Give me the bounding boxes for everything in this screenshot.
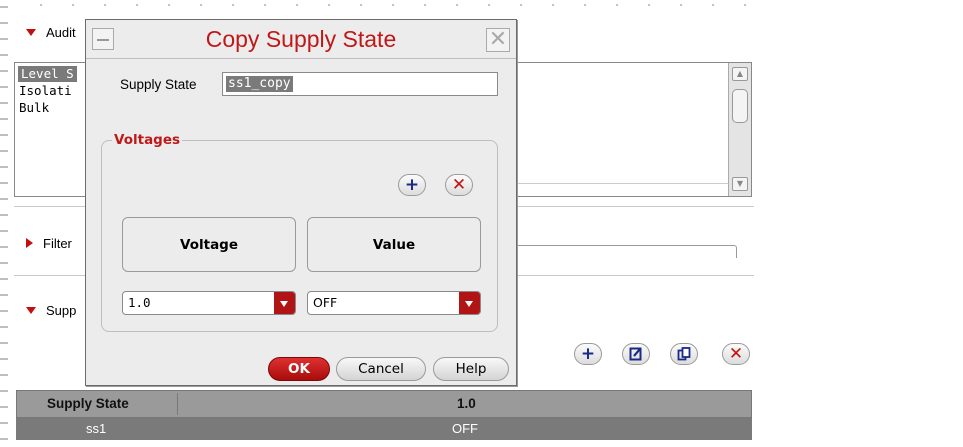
table-cell-supply-state: ss1 xyxy=(86,421,107,436)
value-selected-value: OFF xyxy=(313,295,338,310)
help-button[interactable]: Help xyxy=(433,357,509,381)
add-icon: + xyxy=(404,175,420,195)
add-supply-state-button[interactable]: + xyxy=(574,343,602,365)
left-edge-decoration xyxy=(0,0,8,447)
value-dropdown[interactable]: OFF xyxy=(307,291,481,315)
voltage-selected-value: 1.0 xyxy=(128,295,151,310)
copy-supply-state-dialog: Copy Supply State ✕ Supply State ss1_cop… xyxy=(85,19,517,386)
delete-supply-state-button[interactable]: ✕ xyxy=(722,343,750,365)
column-header-supply-state[interactable]: Supply State xyxy=(47,391,129,417)
supply-state-input[interactable]: ss1_copy xyxy=(222,72,498,96)
voltages-group-title: Voltages xyxy=(112,132,183,148)
add-voltage-button[interactable]: + xyxy=(398,174,426,196)
edit-supply-state-button[interactable] xyxy=(622,343,650,365)
expand-down-icon xyxy=(26,28,36,36)
dropdown-arrow-icon[interactable] xyxy=(274,292,295,314)
column-separator xyxy=(177,393,178,415)
dialog-titlebar[interactable]: Copy Supply State ✕ xyxy=(86,20,516,59)
dialog-title: Copy Supply State xyxy=(205,26,397,52)
list-item[interactable]: Level S xyxy=(18,66,77,82)
copy-supply-state-button[interactable] xyxy=(670,343,698,365)
cancel-button[interactable]: Cancel xyxy=(336,357,426,381)
voltage-dropdown[interactable]: 1.0 xyxy=(122,291,296,315)
expand-right-icon xyxy=(26,238,33,248)
scroll-up-icon[interactable]: ▲ xyxy=(732,67,748,81)
section-supply-label: Supp xyxy=(46,302,77,318)
section-filter-label: Filter xyxy=(43,235,72,251)
supply-state-table-header: Supply State 1.0 xyxy=(16,390,752,418)
table-row[interactable]: ss1 OFF xyxy=(16,418,752,440)
scroll-down-icon[interactable]: ▼ xyxy=(732,177,748,191)
delete-icon: ✕ xyxy=(451,175,467,195)
copy-icon xyxy=(677,347,691,361)
list-item[interactable]: Bulk xyxy=(19,100,49,116)
vertical-scrollbar[interactable]: ▲ ▼ xyxy=(728,63,751,196)
dropdown-arrow-icon[interactable] xyxy=(459,292,480,314)
table-cell-voltage-value: OFF xyxy=(452,421,478,436)
column-header-voltage[interactable]: 1.0 xyxy=(457,391,476,417)
delete-icon: ✕ xyxy=(728,344,744,364)
scroll-thumb[interactable] xyxy=(732,89,748,123)
column-header-voltage[interactable]: Voltage xyxy=(122,217,296,272)
voltages-group: Voltages + ✕ Voltage Value 1.0 OFF xyxy=(101,132,498,332)
close-icon[interactable]: ✕ xyxy=(486,28,510,52)
ok-button[interactable]: OK xyxy=(268,357,330,381)
delete-voltage-button[interactable]: ✕ xyxy=(445,174,473,196)
supply-state-label: Supply State xyxy=(120,77,197,92)
divider-line xyxy=(515,183,737,184)
section-audit-label: Audit xyxy=(46,24,76,40)
expand-down-icon xyxy=(26,306,36,314)
column-header-value[interactable]: Value xyxy=(307,217,481,272)
edit-icon xyxy=(629,347,642,361)
supply-state-value: ss1_copy xyxy=(226,76,293,92)
list-item[interactable]: Isolati xyxy=(19,83,72,99)
add-icon: + xyxy=(580,344,596,364)
top-border-line xyxy=(10,4,755,6)
